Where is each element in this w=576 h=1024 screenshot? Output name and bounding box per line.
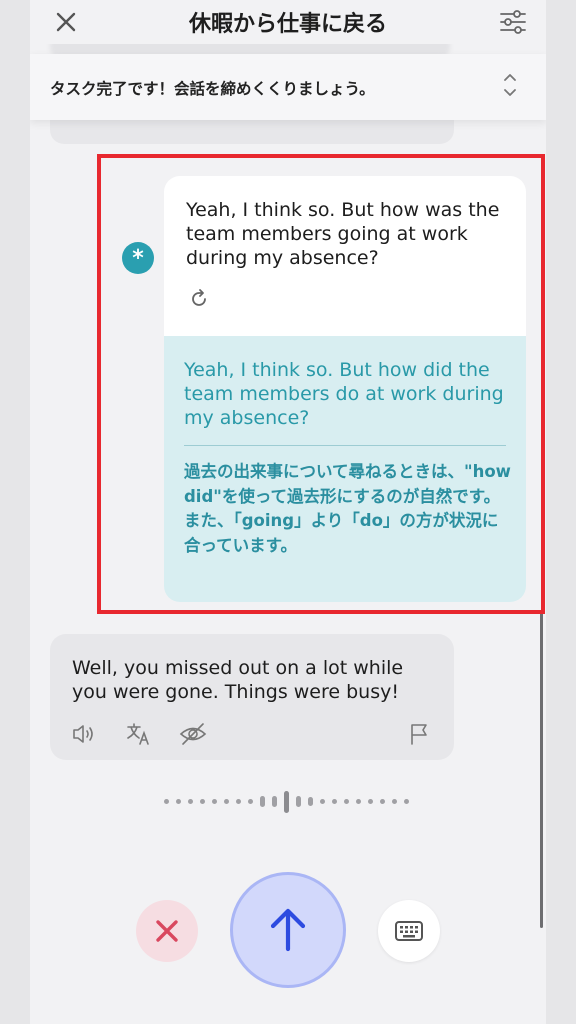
task-banner-text: タスク完了です！会話を締めくくりましょう。 [50,80,375,98]
highlight-frame [97,154,545,614]
wave-dot [224,799,229,804]
wave-dot [176,799,181,804]
cancel-recording-button[interactable] [136,900,198,962]
eye-off-icon [179,723,207,745]
speak-button[interactable] [70,720,100,748]
wave-dot [200,799,205,804]
keyboard-icon [395,921,423,941]
speaker-icon [73,725,93,743]
bot-message-text: Well, you missed out on a lot while you … [72,657,404,703]
wave-dot [380,799,385,804]
scrollbar[interactable] [540,610,543,928]
translate-button[interactable] [124,720,154,748]
expand-toggle[interactable] [502,70,518,100]
wave-bar [272,796,277,807]
wave-dot [188,799,193,804]
page-title: 休暇から仕事に戻る [188,12,387,37]
wave-dot [368,799,373,804]
wave-dot [212,799,217,804]
bot-message-actions [50,720,454,748]
voice-waveform [164,788,414,816]
keyboard-button[interactable] [378,900,440,962]
hide-text-button[interactable] [178,720,208,748]
send-button[interactable] [230,872,346,988]
wave-dot [404,799,409,804]
chevron-up-down-icon [504,74,516,96]
arrow-up-icon [270,908,306,952]
flag-icon [411,724,427,745]
wave-dot [236,799,241,804]
wave-bar [296,796,301,807]
task-banner[interactable]: タスク完了です！会話を締めくくりましょう。 [30,54,546,120]
translate-icon [127,723,149,745]
wave-dot [356,799,361,804]
wave-dot [248,799,253,804]
sliders-icon [500,10,526,34]
wave-dot [344,799,349,804]
wave-dot [392,799,397,804]
app-screen: 休暇から仕事に戻る タスク完了です！会話を締めくくりましょう。 * Yeah, … [30,0,546,1024]
wave-dot [332,799,337,804]
report-button[interactable] [404,720,434,748]
settings-button[interactable] [498,8,528,36]
header: 休暇から仕事に戻る [30,0,546,44]
wave-dot [164,799,169,804]
wave-bar [260,796,265,807]
close-icon [156,920,178,942]
bot-message-bubble: Well, you missed out on a lot while you … [50,634,454,760]
wave-dot [320,799,325,804]
wave-bar [284,791,289,813]
wave-bar [308,797,313,806]
